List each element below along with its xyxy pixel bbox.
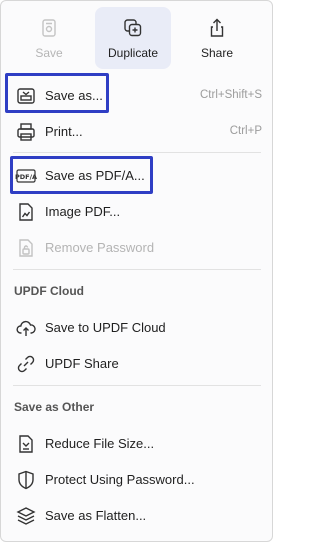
save-as-pdfa-highlight: [10, 156, 153, 194]
updf-share-label: UPDF Share: [45, 356, 119, 371]
link-icon: [15, 353, 37, 375]
unlock-icon: [15, 237, 37, 259]
menu-item-reduce-file-size[interactable]: Reduce File Size...: [1, 429, 272, 459]
printer-icon: [15, 121, 37, 143]
duplicate-label: Duplicate: [107, 46, 159, 60]
share-icon: [206, 17, 228, 39]
share-button[interactable]: Share: [179, 7, 255, 69]
share-label: Share: [200, 46, 234, 60]
compress-file-icon: [15, 433, 37, 455]
save-as-highlight: [5, 73, 109, 113]
divider: [13, 269, 261, 270]
protect-password-label: Protect Using Password...: [45, 472, 195, 487]
file-menu-panel: Save Duplicate Share Save as... Ctrl+Shi…: [0, 0, 273, 542]
shield-lock-icon: [15, 469, 37, 491]
divider: [13, 385, 261, 386]
print-shortcut: Ctrl+P: [229, 125, 262, 137]
menu-item-save-to-cloud[interactable]: Save to UPDF Cloud: [1, 313, 272, 343]
cloud-upload-icon: [15, 317, 37, 339]
image-pdf-label: Image PDF...: [45, 204, 121, 219]
save-to-cloud-label: Save to UPDF Cloud: [45, 320, 166, 335]
menu-item-image-pdf[interactable]: Image PDF...: [1, 197, 272, 227]
save-as-flatten-label: Save as Flatten...: [45, 508, 147, 523]
menu-item-save-as-flatten[interactable]: Save as Flatten...: [1, 501, 272, 531]
save-button[interactable]: Save: [11, 7, 87, 69]
layers-icon: [15, 505, 37, 527]
divider: [13, 152, 261, 153]
duplicate-icon: [122, 17, 144, 39]
menu-item-print[interactable]: Print... Ctrl+P: [1, 117, 272, 147]
menu-item-protect-password[interactable]: Protect Using Password...: [1, 465, 272, 495]
save-as-shortcut: Ctrl+Shift+S: [200, 89, 262, 101]
section-header-save-as-other: Save as Other: [14, 400, 95, 414]
print-label: Print...: [45, 124, 83, 139]
top-toolbar: Save Duplicate Share: [1, 1, 272, 73]
section-header-updf-cloud: UPDF Cloud: [14, 284, 84, 298]
menu-item-updf-share[interactable]: UPDF Share: [1, 349, 272, 379]
image-pdf-icon: [15, 201, 37, 223]
save-label: Save: [35, 46, 63, 60]
reduce-file-size-label: Reduce File Size...: [45, 436, 155, 451]
menu-item-remove-password[interactable]: Remove Password: [1, 233, 272, 263]
remove-password-label: Remove Password: [45, 240, 155, 255]
save-icon: [38, 17, 60, 39]
duplicate-button[interactable]: Duplicate: [95, 7, 171, 69]
